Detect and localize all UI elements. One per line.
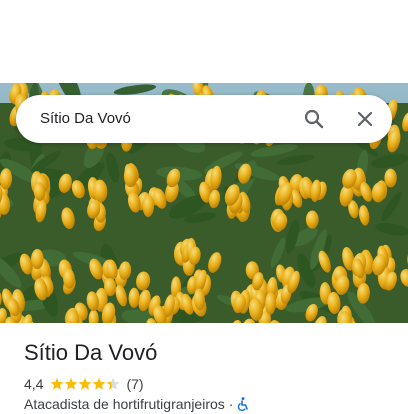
search-icon[interactable] [302, 107, 326, 131]
star-icon [78, 377, 92, 391]
rating-value: 4,4 [24, 376, 43, 392]
star-rating [50, 377, 120, 391]
close-icon[interactable] [353, 107, 377, 131]
star-icon [106, 377, 120, 391]
review-count[interactable]: (7) [126, 376, 143, 392]
separator: · [229, 396, 234, 412]
place-category: Atacadista de hortifrutigranjeiros [24, 396, 225, 412]
star-icon [64, 377, 78, 391]
search-bar[interactable]: Sítio Da Vovó [16, 95, 392, 143]
place-category-row: Atacadista de hortifrutigranjeiros· [24, 396, 249, 412]
wheelchair-icon [237, 397, 249, 411]
search-input[interactable]: Sítio Da Vovó [40, 95, 131, 143]
star-icon [50, 377, 64, 391]
rating-row[interactable]: 4,4 (7) [24, 375, 144, 393]
place-title: Sítio Da Vovó [24, 340, 157, 366]
star-icon [92, 377, 106, 391]
